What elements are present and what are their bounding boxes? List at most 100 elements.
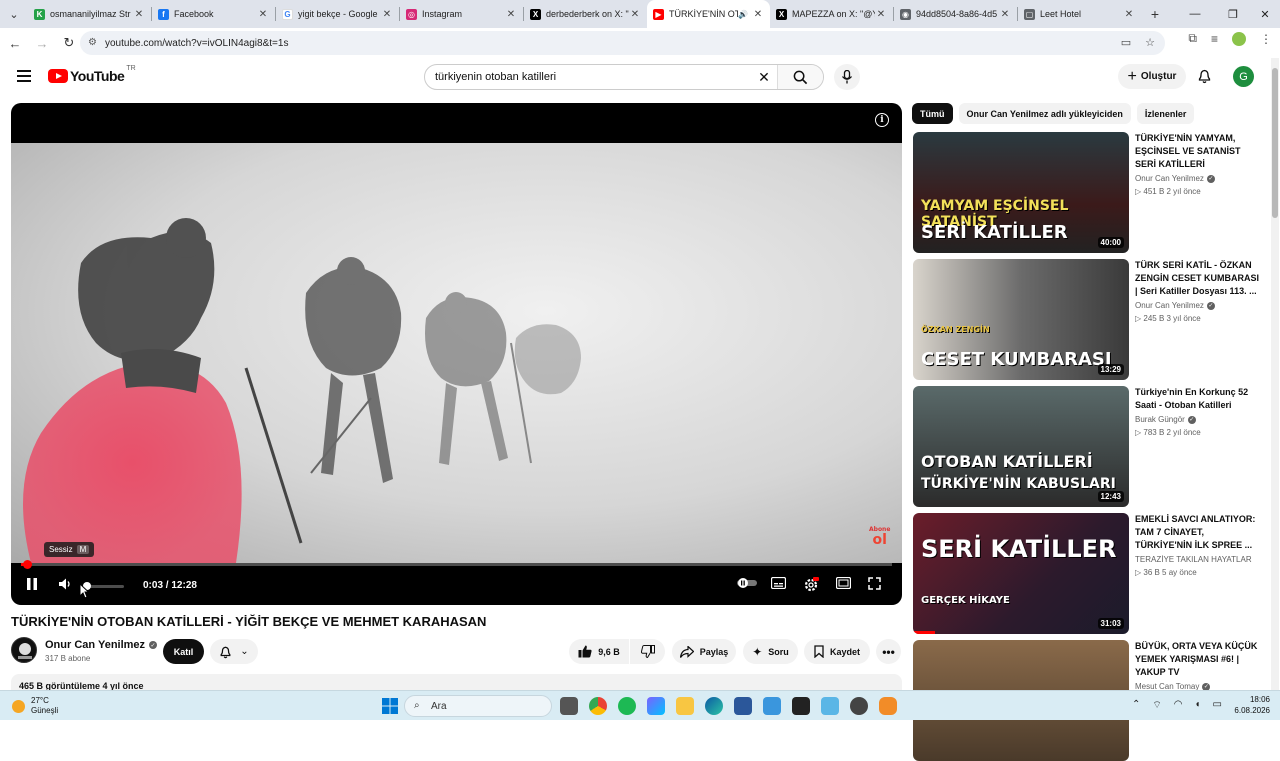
recommended-video-title[interactable]: TÜRK SERİ KATİL - ÖZKAN ZENGİN CESET KUM…	[1135, 259, 1260, 298]
video-thumbnail[interactable]: SERİ KATİLLER GERÇEK HİKAYE 31:03	[913, 513, 1129, 634]
chevron-up-icon[interactable]: ⌃	[1132, 699, 1140, 712]
recommended-video-title[interactable]: Türkiye'nin En Korkunç 52 Saati - Otoban…	[1135, 386, 1260, 412]
paint-icon[interactable]	[821, 697, 839, 715]
cast-icon[interactable]: ▭	[1121, 36, 1131, 49]
search-button[interactable]	[777, 65, 823, 89]
info-icon[interactable]: i	[875, 113, 889, 127]
bookmark-star-icon[interactable]: ☆	[1145, 36, 1155, 49]
theater-mode-button[interactable]	[836, 577, 851, 589]
recommended-video[interactable]: SERİ KATİLLER GERÇEK HİKAYE 31:03 EMEKLİ SA…	[913, 513, 1258, 634]
subtitles-button[interactable]	[771, 577, 786, 589]
account-avatar[interactable]: G	[1233, 66, 1254, 87]
recommended-channel[interactable]: Onur Can Yenilmez ✓	[1135, 301, 1260, 310]
tab-close-icon[interactable]: ✕	[133, 9, 145, 20]
store-icon[interactable]	[647, 697, 665, 715]
tab-search-chevron-icon[interactable]: ⌄	[0, 0, 28, 28]
tab-close-icon[interactable]: ✕	[875, 9, 887, 20]
battery-icon[interactable]: ▭	[1213, 699, 1222, 712]
recommended-video-title[interactable]: BÜYÜK, ORTA VEYA KÜÇÜK YEMEK YARIŞMASI #…	[1135, 640, 1260, 679]
wifi-icon[interactable]: ◠	[1174, 699, 1183, 712]
task-view-icon[interactable]	[560, 697, 578, 715]
tab-close-icon[interactable]: ✕	[999, 9, 1011, 20]
forward-arrow-icon[interactable]: →	[30, 31, 54, 55]
recommended-video[interactable]: YAMYAM EŞCİNSEL SATANİST SERİ KATİLLER 40:…	[913, 132, 1258, 253]
browser-tab[interactable]: X MAPEZZA on X: "@Y ✕	[770, 0, 893, 28]
app-icon[interactable]	[850, 697, 868, 715]
address-bar[interactable]: ⚙ youtube.com/watch?v=ivOLIN4agi8&t=1s ▭…	[80, 31, 1165, 55]
page-scrollbar[interactable]	[1271, 58, 1279, 698]
recommended-video[interactable]: ÖZKAN ZENGİN CESET KUMBARASI 13:29 TÜRK SER…	[913, 259, 1260, 380]
browser-tab[interactable]: ▢ Leet Hotel ✕	[1018, 0, 1141, 28]
site-info-icon[interactable]: ⚙	[88, 37, 97, 48]
extensions-icon[interactable]: ⧉	[1188, 31, 1197, 46]
video-player[interactable]: i Abone ol Sessiz M 0:03 / 12:28	[11, 103, 902, 605]
browser-tab[interactable]: ◎ Instagram ✕	[400, 0, 523, 28]
clock[interactable]: 18:06 6.08.2026	[1234, 694, 1270, 716]
minimize-icon[interactable]: —	[1175, 0, 1215, 28]
browser-menu-icon[interactable]: ⋮	[1260, 32, 1272, 46]
video-thumbnail[interactable]: OTOBAN KATİLLERİ TÜRKİYE'NİN KABUSLARI 12:…	[913, 386, 1129, 507]
like-button[interactable]: 9,6 B	[569, 639, 629, 664]
menu-hamburger-icon[interactable]	[17, 70, 31, 82]
recommended-video-title[interactable]: EMEKLİ SAVCI ANLATIYOR: TAM 7 CİNAYET, T…	[1135, 513, 1260, 552]
dislike-button[interactable]	[630, 639, 665, 664]
browser-tab[interactable]: f Facebook ✕	[152, 0, 275, 28]
autoplay-toggle[interactable]	[736, 577, 758, 589]
clear-search-icon[interactable]: ✕	[751, 69, 777, 86]
channel-name[interactable]: Onur Can Yenilmez ✓	[45, 639, 158, 651]
filter-chip[interactable]: Tümü	[912, 103, 953, 124]
edge-icon[interactable]	[705, 697, 723, 715]
tab-audio-icon[interactable]: 🔊	[738, 10, 748, 19]
tab-close-icon[interactable]: ✕	[505, 9, 517, 20]
search-input[interactable]: türkiyenin otoban katilleri	[425, 71, 751, 83]
tab-close-icon[interactable]: ✕	[257, 9, 269, 20]
join-button[interactable]: Katıl	[163, 639, 204, 664]
back-arrow-icon[interactable]: ←	[3, 31, 27, 55]
voice-search-button[interactable]	[834, 64, 860, 90]
profile-avatar-icon[interactable]	[1232, 31, 1246, 46]
recommended-video[interactable]: OTOBAN KATİLLERİ TÜRKİYE'NİN KABUSLARI 12:…	[913, 386, 1258, 507]
browser-tab[interactable]: ◉ 94dd8504-8a86-4d5 ✕	[894, 0, 1017, 28]
scrollbar-thumb[interactable]	[1272, 68, 1278, 218]
reading-list-icon[interactable]: ≡	[1211, 32, 1218, 46]
recommended-channel[interactable]: Onur Can Yenilmez ✓	[1135, 174, 1260, 183]
file-explorer-icon[interactable]	[676, 697, 694, 715]
windows-start-icon[interactable]	[381, 697, 399, 715]
video-thumbnail[interactable]: ÖZKAN ZENGİN CESET KUMBARASI 13:29	[913, 259, 1129, 380]
office-icon[interactable]	[734, 697, 752, 715]
new-tab-button[interactable]: +	[1141, 6, 1169, 22]
tab-close-icon[interactable]: ✕	[381, 9, 393, 20]
taskbar-search[interactable]: ⌕ Ara	[404, 695, 552, 717]
more-actions-button[interactable]: •••	[876, 639, 901, 664]
game-app-icon[interactable]	[879, 697, 897, 715]
browser-tab[interactable]: Gyigit bekçe - Google ✕	[276, 0, 399, 28]
notifications-bell-icon[interactable]	[1197, 68, 1212, 89]
browser-tab[interactable]: ▶ TÜRKİYE'NİN OTO🔊 ✕	[647, 0, 770, 28]
youtube-logo[interactable]: YouTube TR	[48, 65, 136, 84]
fullscreen-button[interactable]	[868, 577, 881, 590]
speaker-icon[interactable]: ◖	[1195, 699, 1201, 712]
chrome-icon[interactable]	[589, 697, 607, 715]
filter-chip[interactable]: Onur Can Yenilmez adlı yükleyiciden	[958, 103, 1131, 124]
video-thumbnail[interactable]: YAMYAM EŞCİNSEL SATANİST SERİ KATİLLER 40:…	[913, 132, 1129, 253]
network-icon[interactable]: ⌔	[1152, 699, 1161, 712]
close-window-icon[interactable]: ✕	[1245, 0, 1280, 28]
tab-close-icon[interactable]: ✕	[629, 9, 641, 20]
filter-chip[interactable]: İzlenenler	[1136, 103, 1195, 124]
outlook-icon[interactable]	[763, 697, 781, 715]
browser-tab[interactable]: Xderbederberk on X: " ✕	[524, 0, 647, 28]
pause-button[interactable]	[26, 577, 38, 591]
subscribe-watermark[interactable]: Abone ol	[869, 525, 890, 547]
settings-button[interactable]	[803, 577, 819, 593]
spotify-icon[interactable]	[618, 697, 636, 715]
recommended-channel[interactable]: TERAZİYE TAKILAN HAYATLAR	[1135, 555, 1260, 564]
progress-bar[interactable]	[21, 560, 892, 569]
recommended-video-title[interactable]: TÜRKİYE'NİN YAMYAM, EŞCİNSEL VE SATANİST…	[1135, 132, 1260, 171]
tab-close-icon[interactable]: ✕	[752, 9, 764, 20]
weather-widget[interactable]: 27°C Güneşli	[12, 696, 58, 716]
recommended-channel[interactable]: Burak Güngör ✓	[1135, 415, 1260, 424]
channel-avatar[interactable]	[11, 637, 37, 663]
share-button[interactable]: Paylaş	[672, 639, 736, 664]
save-button[interactable]: Kaydet	[804, 639, 870, 664]
tab-close-icon[interactable]: ✕	[1123, 9, 1135, 20]
